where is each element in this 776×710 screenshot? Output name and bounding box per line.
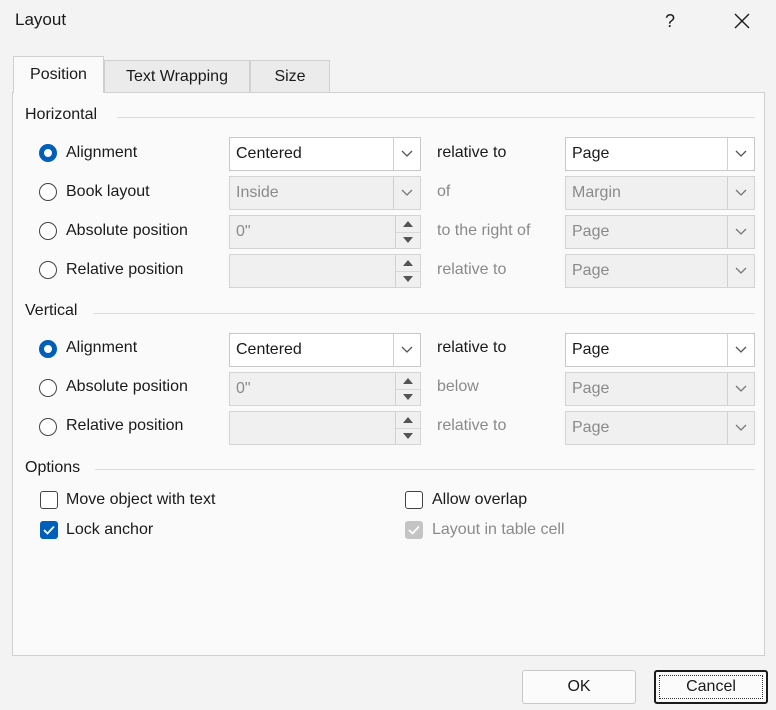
h-book-layout-relation: of bbox=[437, 183, 451, 200]
options-heading: Options bbox=[25, 459, 81, 476]
combo-value: Inside bbox=[236, 184, 279, 201]
v-absolute-position-target-combo[interactable]: Page bbox=[565, 372, 755, 406]
move-object-checkbox[interactable] bbox=[40, 491, 58, 509]
combo-value: Page bbox=[572, 223, 610, 240]
h-relative-position-relation: relative to bbox=[437, 261, 507, 278]
horizontal-heading: Horizontal bbox=[25, 106, 98, 123]
spin-buttons bbox=[395, 216, 420, 248]
chevron-down-icon bbox=[727, 334, 754, 366]
horizontal-divider bbox=[117, 117, 755, 118]
v-relative-position-label: Relative position bbox=[66, 417, 184, 434]
close-button[interactable] bbox=[720, 4, 764, 38]
spin-up-icon[interactable] bbox=[396, 255, 420, 272]
spin-buttons bbox=[395, 412, 420, 444]
h-absolute-position-label: Absolute position bbox=[66, 222, 188, 239]
chevron-down-icon bbox=[727, 373, 754, 405]
spin-buttons bbox=[395, 373, 420, 405]
checkmark-icon bbox=[43, 525, 55, 535]
spin-buttons bbox=[395, 255, 420, 287]
h-absolute-position-spin[interactable]: 0" bbox=[229, 215, 421, 249]
ok-button[interactable]: OK bbox=[522, 670, 636, 704]
v-relative-position-target-combo[interactable]: Page bbox=[565, 411, 755, 445]
v-absolute-position-relation: below bbox=[437, 378, 479, 395]
position-panel: Horizontal Alignment Centered relative t… bbox=[12, 92, 765, 656]
spin-value: 0" bbox=[236, 223, 251, 240]
move-object-label: Move object with text bbox=[66, 491, 216, 508]
spin-down-icon[interactable] bbox=[396, 271, 420, 287]
combo-value: Page bbox=[572, 341, 610, 358]
h-book-layout-combo[interactable]: Inside bbox=[229, 176, 421, 210]
h-relative-position-label: Relative position bbox=[66, 261, 184, 278]
spin-value: 0" bbox=[236, 380, 251, 397]
spin-up-icon[interactable] bbox=[396, 216, 420, 233]
h-absolute-position-target-combo[interactable]: Page bbox=[565, 215, 755, 249]
h-relative-position-target-combo[interactable]: Page bbox=[565, 254, 755, 288]
h-relative-position-radio[interactable] bbox=[39, 261, 57, 279]
options-divider bbox=[95, 469, 755, 470]
h-alignment-target-combo[interactable]: Page bbox=[565, 137, 755, 171]
allow-overlap-label: Allow overlap bbox=[432, 491, 528, 508]
h-relative-position-spin[interactable] bbox=[229, 254, 421, 288]
h-alignment-label: Alignment bbox=[66, 144, 138, 161]
h-alignment-relation: relative to bbox=[437, 144, 507, 161]
chevron-down-icon bbox=[727, 255, 754, 287]
close-icon bbox=[734, 13, 750, 29]
vertical-heading: Vertical bbox=[25, 302, 78, 319]
combo-value: Page bbox=[572, 380, 610, 397]
v-relative-position-radio[interactable] bbox=[39, 418, 57, 436]
v-relative-position-spin[interactable] bbox=[229, 411, 421, 445]
combo-value: Centered bbox=[236, 145, 302, 162]
v-absolute-position-label: Absolute position bbox=[66, 378, 188, 395]
combo-value: Page bbox=[572, 419, 610, 436]
v-alignment-combo[interactable]: Centered bbox=[229, 333, 421, 367]
v-alignment-relation: relative to bbox=[437, 339, 507, 356]
spin-up-icon[interactable] bbox=[396, 412, 420, 429]
dialog-title: Layout bbox=[15, 10, 67, 29]
v-relative-position-relation: relative to bbox=[437, 417, 507, 434]
tab-text-wrapping[interactable]: Text Wrapping bbox=[104, 60, 250, 92]
v-alignment-radio[interactable] bbox=[39, 340, 57, 358]
lock-anchor-label: Lock anchor bbox=[66, 521, 154, 538]
chevron-down-icon bbox=[727, 412, 754, 444]
spin-down-icon[interactable] bbox=[396, 232, 420, 248]
v-absolute-position-radio[interactable] bbox=[39, 379, 57, 397]
chevron-down-icon bbox=[727, 177, 754, 209]
checkmark-icon bbox=[408, 525, 420, 535]
chevron-down-icon bbox=[727, 138, 754, 170]
help-button[interactable]: ? bbox=[648, 4, 692, 38]
spin-down-icon[interactable] bbox=[396, 389, 420, 405]
combo-value: Page bbox=[572, 145, 610, 162]
h-alignment-combo[interactable]: Centered bbox=[229, 137, 421, 171]
h-alignment-radio[interactable] bbox=[39, 144, 57, 162]
chevron-down-icon bbox=[393, 334, 420, 366]
vertical-divider bbox=[93, 313, 755, 314]
chevron-down-icon bbox=[393, 138, 420, 170]
allow-overlap-checkbox[interactable] bbox=[405, 491, 423, 509]
chevron-down-icon bbox=[727, 216, 754, 248]
chevron-down-icon bbox=[393, 177, 420, 209]
tab-position[interactable]: Position bbox=[13, 56, 104, 93]
h-absolute-position-radio[interactable] bbox=[39, 222, 57, 240]
h-book-layout-radio[interactable] bbox=[39, 183, 57, 201]
h-book-layout-target-combo[interactable]: Margin bbox=[565, 176, 755, 210]
layout-in-cell-label: Layout in table cell bbox=[432, 521, 565, 538]
v-alignment-label: Alignment bbox=[66, 339, 138, 356]
tab-size[interactable]: Size bbox=[250, 60, 330, 92]
v-absolute-position-spin[interactable]: 0" bbox=[229, 372, 421, 406]
lock-anchor-checkbox[interactable] bbox=[40, 521, 58, 539]
v-alignment-target-combo[interactable]: Page bbox=[565, 333, 755, 367]
spin-down-icon[interactable] bbox=[396, 428, 420, 444]
spin-up-icon[interactable] bbox=[396, 373, 420, 390]
combo-value: Margin bbox=[572, 184, 621, 201]
h-book-layout-label: Book layout bbox=[66, 183, 150, 200]
h-absolute-position-relation: to the right of bbox=[437, 222, 531, 239]
combo-value: Page bbox=[572, 262, 610, 279]
layout-in-cell-checkbox[interactable] bbox=[405, 521, 423, 539]
combo-value: Centered bbox=[236, 341, 302, 358]
cancel-button[interactable]: Cancel bbox=[654, 670, 768, 704]
